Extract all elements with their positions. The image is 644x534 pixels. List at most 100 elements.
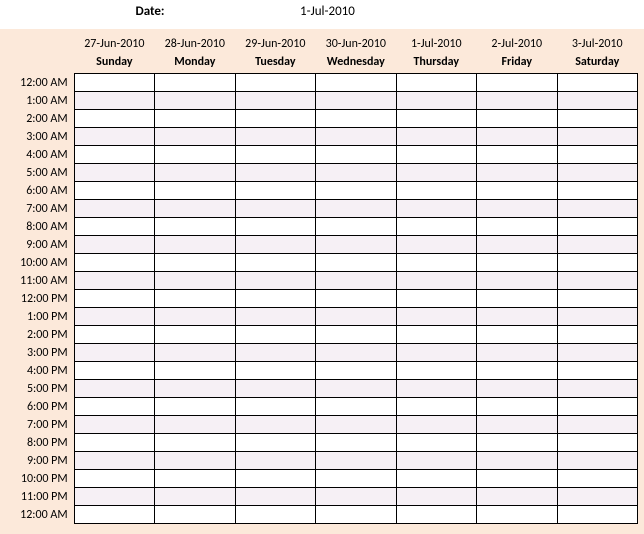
calendar-cell[interactable] xyxy=(396,254,476,272)
calendar-cell[interactable] xyxy=(477,434,557,452)
calendar-cell[interactable] xyxy=(396,398,476,416)
calendar-cell[interactable] xyxy=(557,182,638,200)
calendar-cell[interactable] xyxy=(316,380,396,398)
calendar-cell[interactable] xyxy=(396,452,476,470)
calendar-cell[interactable] xyxy=(316,182,396,200)
calendar-cell[interactable] xyxy=(74,236,154,254)
calendar-cell[interactable] xyxy=(155,200,235,218)
calendar-cell[interactable] xyxy=(557,416,638,434)
calendar-cell[interactable] xyxy=(74,470,154,488)
calendar-cell[interactable] xyxy=(74,362,154,380)
calendar-cell[interactable] xyxy=(557,488,638,506)
calendar-cell[interactable] xyxy=(155,362,235,380)
calendar-cell[interactable] xyxy=(74,128,154,146)
calendar-cell[interactable] xyxy=(74,506,154,524)
calendar-cell[interactable] xyxy=(477,398,557,416)
calendar-cell[interactable] xyxy=(477,128,557,146)
calendar-cell[interactable] xyxy=(477,182,557,200)
calendar-cell[interactable] xyxy=(396,92,476,110)
calendar-cell[interactable] xyxy=(396,164,476,182)
calendar-cell[interactable] xyxy=(235,272,315,290)
calendar-cell[interactable] xyxy=(477,470,557,488)
calendar-cell[interactable] xyxy=(316,470,396,488)
calendar-cell[interactable] xyxy=(74,398,154,416)
calendar-cell[interactable] xyxy=(557,290,638,308)
calendar-cell[interactable] xyxy=(316,434,396,452)
calendar-cell[interactable] xyxy=(155,290,235,308)
calendar-cell[interactable] xyxy=(477,452,557,470)
calendar-cell[interactable] xyxy=(235,326,315,344)
calendar-cell[interactable] xyxy=(477,200,557,218)
calendar-cell[interactable] xyxy=(235,344,315,362)
calendar-cell[interactable] xyxy=(316,452,396,470)
calendar-cell[interactable] xyxy=(316,488,396,506)
calendar-cell[interactable] xyxy=(557,92,638,110)
calendar-cell[interactable] xyxy=(557,380,638,398)
calendar-cell[interactable] xyxy=(557,146,638,164)
calendar-cell[interactable] xyxy=(557,506,638,524)
calendar-cell[interactable] xyxy=(316,254,396,272)
calendar-cell[interactable] xyxy=(396,434,476,452)
calendar-cell[interactable] xyxy=(155,254,235,272)
calendar-cell[interactable] xyxy=(316,362,396,380)
calendar-cell[interactable] xyxy=(396,146,476,164)
calendar-cell[interactable] xyxy=(396,380,476,398)
calendar-cell[interactable] xyxy=(396,362,476,380)
calendar-cell[interactable] xyxy=(316,272,396,290)
calendar-cell[interactable] xyxy=(477,380,557,398)
calendar-cell[interactable] xyxy=(477,218,557,236)
calendar-cell[interactable] xyxy=(235,362,315,380)
calendar-cell[interactable] xyxy=(235,452,315,470)
calendar-cell[interactable] xyxy=(316,218,396,236)
calendar-cell[interactable] xyxy=(74,488,154,506)
calendar-cell[interactable] xyxy=(155,218,235,236)
calendar-cell[interactable] xyxy=(155,398,235,416)
calendar-cell[interactable] xyxy=(316,164,396,182)
calendar-cell[interactable] xyxy=(155,506,235,524)
calendar-cell[interactable] xyxy=(74,452,154,470)
calendar-cell[interactable] xyxy=(74,380,154,398)
calendar-cell[interactable] xyxy=(235,236,315,254)
calendar-cell[interactable] xyxy=(316,92,396,110)
calendar-cell[interactable] xyxy=(155,416,235,434)
calendar-cell[interactable] xyxy=(477,326,557,344)
calendar-cell[interactable] xyxy=(235,128,315,146)
calendar-cell[interactable] xyxy=(316,344,396,362)
calendar-cell[interactable] xyxy=(74,416,154,434)
calendar-cell[interactable] xyxy=(74,434,154,452)
calendar-cell[interactable] xyxy=(557,110,638,128)
calendar-cell[interactable] xyxy=(477,272,557,290)
calendar-cell[interactable] xyxy=(155,110,235,128)
calendar-cell[interactable] xyxy=(155,326,235,344)
calendar-cell[interactable] xyxy=(396,200,476,218)
calendar-cell[interactable] xyxy=(155,92,235,110)
calendar-cell[interactable] xyxy=(477,146,557,164)
calendar-cell[interactable] xyxy=(155,164,235,182)
calendar-cell[interactable] xyxy=(557,344,638,362)
calendar-cell[interactable] xyxy=(557,398,638,416)
calendar-cell[interactable] xyxy=(396,488,476,506)
calendar-cell[interactable] xyxy=(396,74,476,92)
calendar-cell[interactable] xyxy=(155,236,235,254)
calendar-cell[interactable] xyxy=(316,308,396,326)
calendar-cell[interactable] xyxy=(155,128,235,146)
calendar-cell[interactable] xyxy=(396,128,476,146)
calendar-cell[interactable] xyxy=(235,182,315,200)
calendar-cell[interactable] xyxy=(235,74,315,92)
calendar-cell[interactable] xyxy=(316,200,396,218)
calendar-cell[interactable] xyxy=(316,236,396,254)
calendar-cell[interactable] xyxy=(74,290,154,308)
calendar-cell[interactable] xyxy=(477,92,557,110)
calendar-cell[interactable] xyxy=(74,254,154,272)
calendar-cell[interactable] xyxy=(155,344,235,362)
calendar-cell[interactable] xyxy=(155,434,235,452)
calendar-cell[interactable] xyxy=(557,74,638,92)
calendar-cell[interactable] xyxy=(477,416,557,434)
calendar-cell[interactable] xyxy=(557,272,638,290)
calendar-cell[interactable] xyxy=(557,164,638,182)
calendar-cell[interactable] xyxy=(396,344,476,362)
calendar-cell[interactable] xyxy=(74,146,154,164)
calendar-cell[interactable] xyxy=(477,362,557,380)
calendar-cell[interactable] xyxy=(396,236,476,254)
calendar-cell[interactable] xyxy=(155,488,235,506)
